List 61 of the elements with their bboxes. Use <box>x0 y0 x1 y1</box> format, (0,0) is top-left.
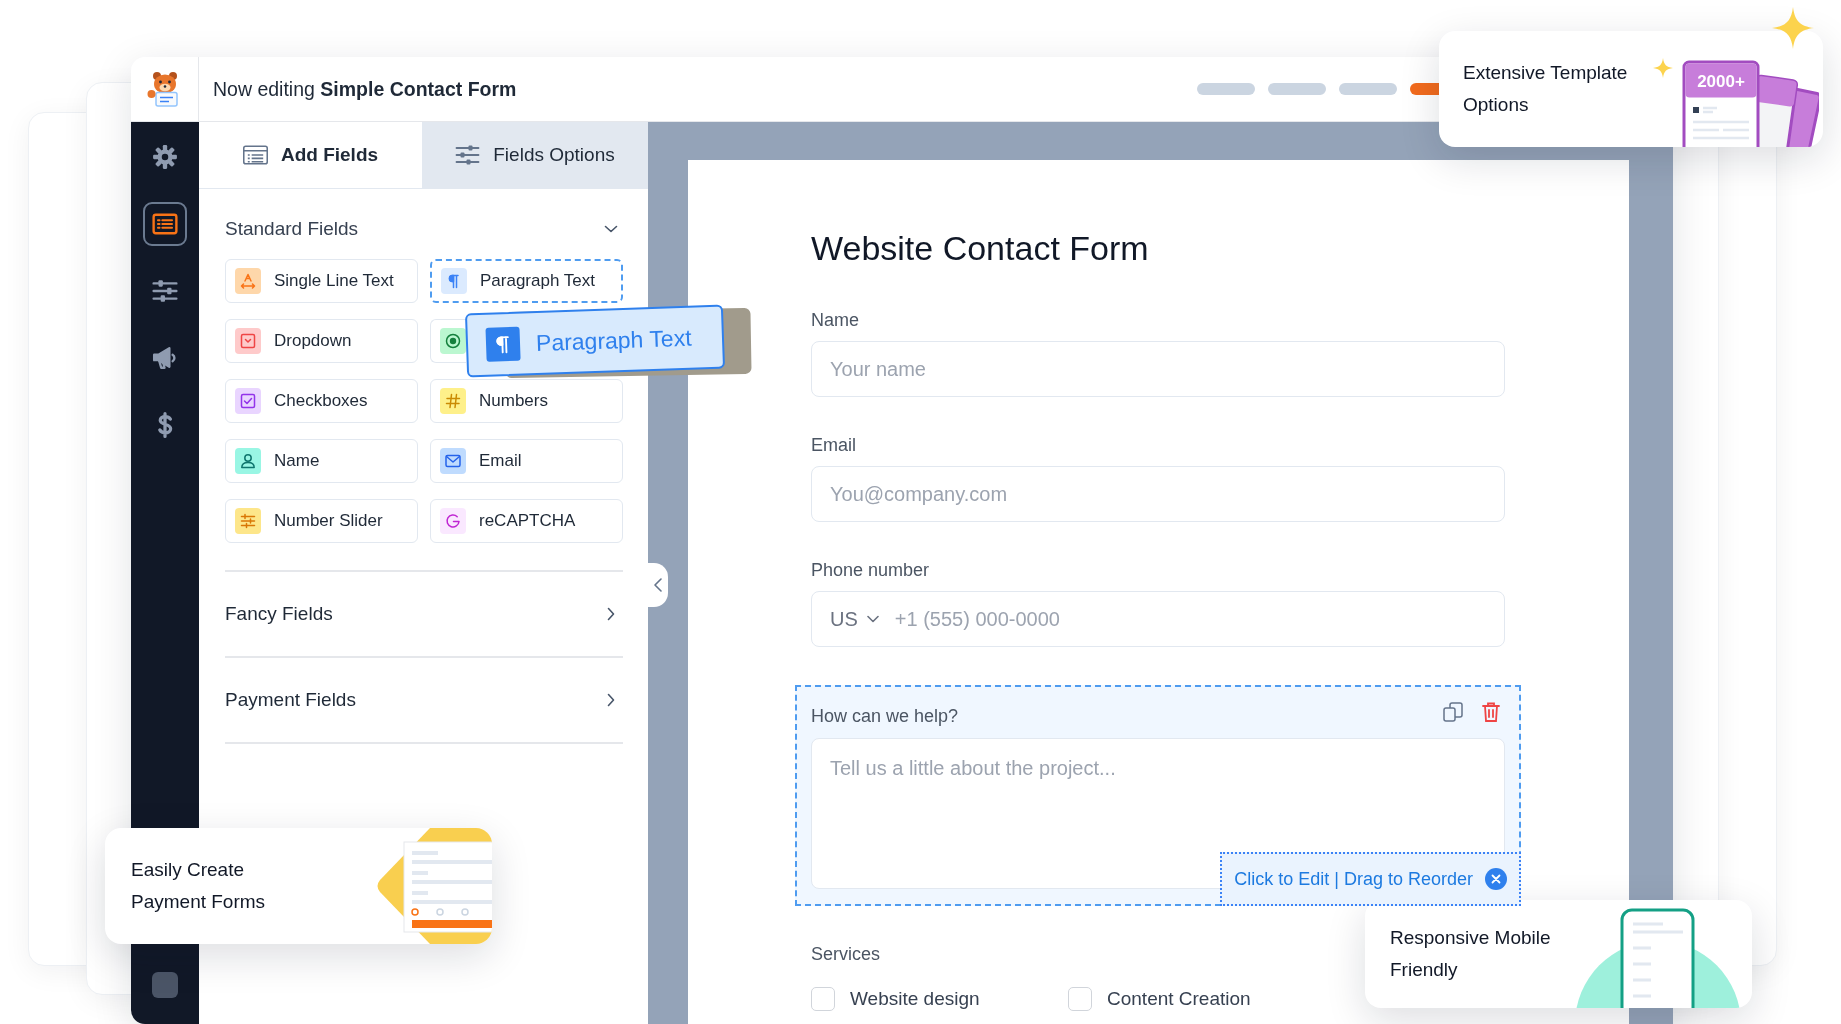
field-button[interactable]: Checkboxes <box>225 379 418 423</box>
megaphone-icon <box>152 345 178 371</box>
envelope-icon <box>440 448 466 474</box>
field-label: Services <box>811 943 881 965</box>
selected-field-frame[interactable]: How can we help? Tell us a little about the project... Click to Edit | Drag to Reorder <box>795 685 1521 906</box>
field-label: Phone number <box>811 559 930 581</box>
section-header[interactable]: Standard Fields <box>225 217 623 241</box>
header-title: Now editing Simple Contact Form <box>213 77 517 101</box>
country-select[interactable]: US <box>830 607 879 631</box>
pilcrow-icon <box>485 326 521 362</box>
field-button[interactable]: Number Slider <box>225 499 418 543</box>
sparkle-icon <box>1653 58 1673 78</box>
field-label: Name <box>811 309 859 331</box>
chevron-down-icon <box>866 615 879 623</box>
sparkle-icon <box>1772 7 1814 49</box>
field-button[interactable]: Paragraph Text <box>430 259 623 303</box>
form-title: Website Contact Form <box>811 228 1150 269</box>
section-header[interactable]: Payment Fields <box>225 688 623 712</box>
section-header[interactable]: Fancy Fields <box>225 602 623 626</box>
field-button[interactable]: Dropdown <box>225 319 418 363</box>
sidebar-button[interactable] <box>143 202 187 246</box>
g-icon <box>440 508 466 534</box>
text-input[interactable]: You@company.com <box>811 466 1505 522</box>
checkbox[interactable] <box>1068 987 1092 1011</box>
text-input[interactable]: Your name <box>811 341 1505 397</box>
field-label: Email <box>811 434 856 456</box>
feature-text: Extensive Template Options <box>1463 61 1629 117</box>
sliders-icon <box>152 278 178 304</box>
person-icon <box>235 448 261 474</box>
gear-icon <box>152 144 178 170</box>
list-icon <box>152 211 178 237</box>
field-button[interactable]: Name <box>225 439 418 483</box>
sliders-icon <box>455 145 481 165</box>
field-button[interactable]: Numbers <box>430 379 623 423</box>
radio-icon <box>440 328 466 354</box>
field-button[interactable]: Single Line Text <box>225 259 418 303</box>
trash-icon[interactable] <box>1482 702 1500 722</box>
list-window-icon <box>242 145 268 165</box>
panel-tab[interactable]: Fields Options <box>422 122 648 188</box>
hash-icon <box>440 388 466 414</box>
dropdown-icon <box>235 328 261 354</box>
chevron-left-icon <box>654 578 662 592</box>
field-button[interactable] <box>430 319 466 363</box>
field-label: How can we help? <box>811 705 959 727</box>
feature-text: Responsive Mobile Friendly <box>1390 926 1552 982</box>
phone-input[interactable]: US +1 (555) 000-0000 <box>811 591 1505 647</box>
checkbox[interactable] <box>811 987 835 1011</box>
feature-text: Easily Create Payment Forms <box>131 858 267 914</box>
edit-hint-button[interactable]: Click to Edit | Drag to Reorder <box>1220 852 1521 906</box>
copy-icon[interactable] <box>1443 702 1463 722</box>
sliders-icon <box>235 508 261 534</box>
checkbox-icon <box>235 388 261 414</box>
pilcrow-icon <box>441 268 467 294</box>
option-label: Content Creation <box>1107 988 1251 1010</box>
field-button[interactable]: reCAPTCHA <box>430 499 623 543</box>
option-label: Website design <box>850 988 980 1010</box>
template-count: 2000+ <box>1697 72 1745 91</box>
text-field-icon <box>235 268 261 294</box>
collapse-panel-button[interactable] <box>648 563 668 607</box>
field-button[interactable]: Email <box>430 439 623 483</box>
close-icon[interactable] <box>1485 868 1507 890</box>
